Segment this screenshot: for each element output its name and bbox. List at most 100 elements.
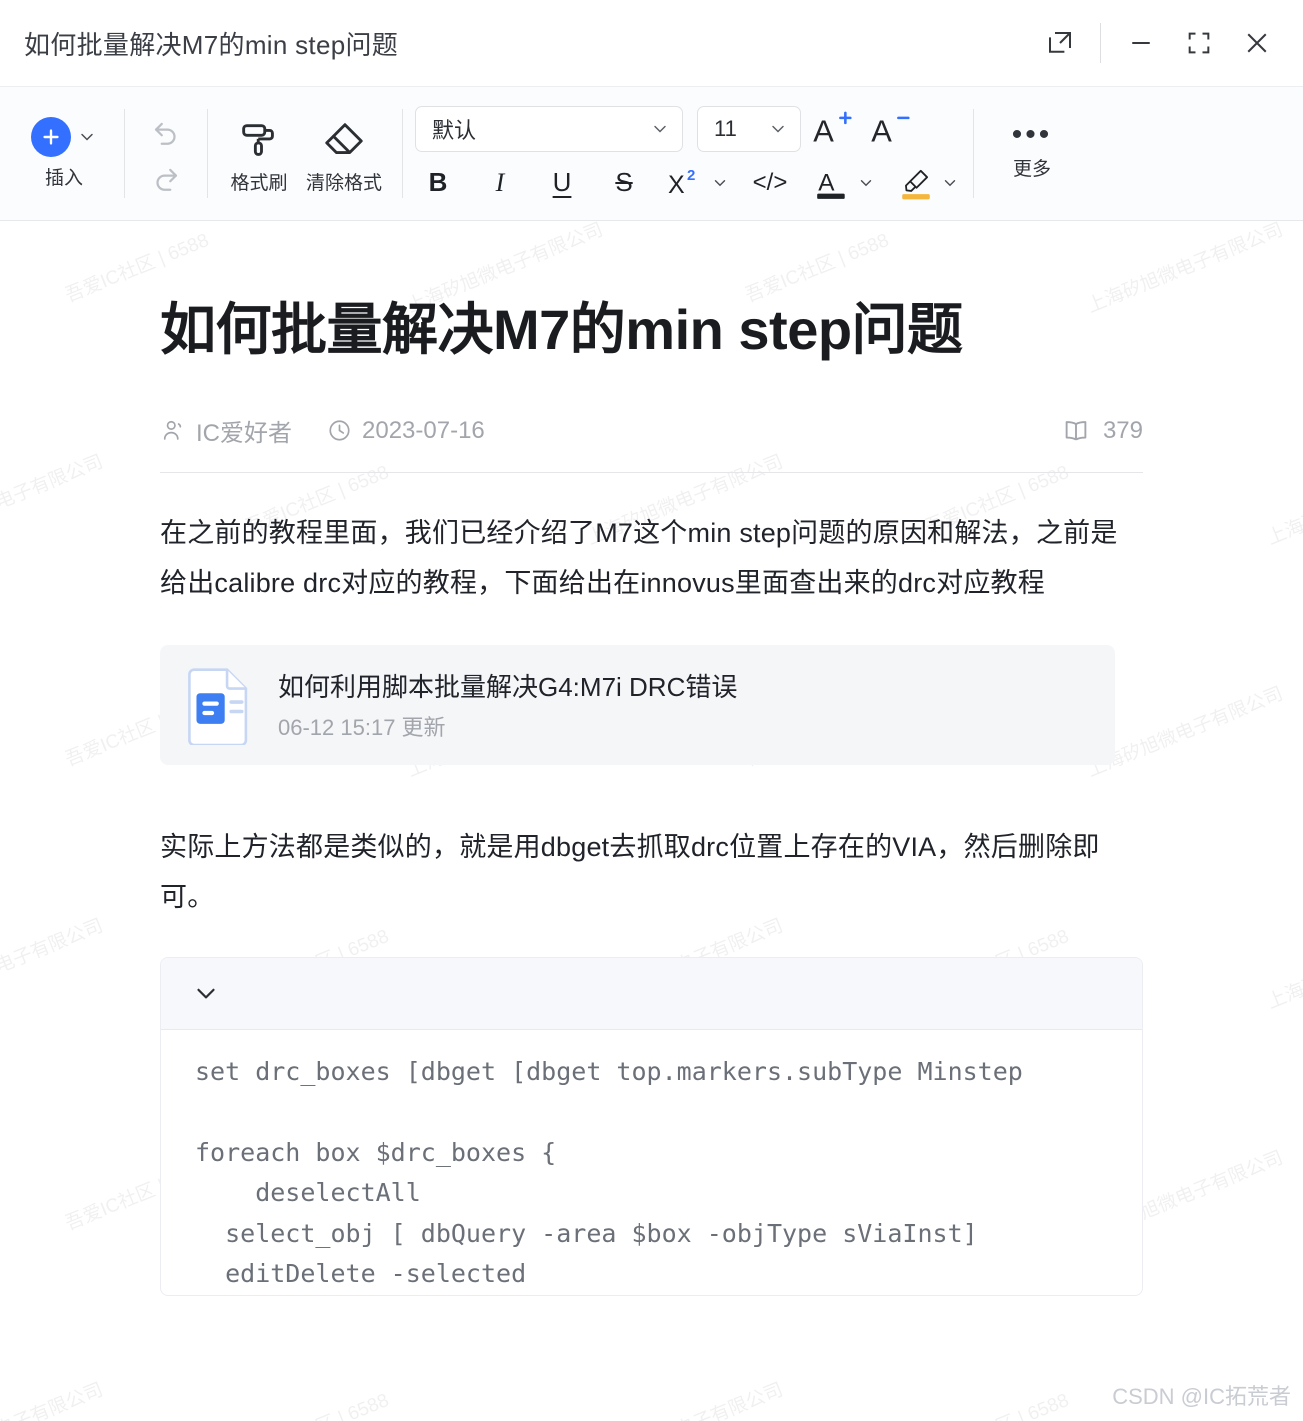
code-block-body[interactable]: set drc_boxes [dbget [dbget top.markers.…: [161, 1030, 1142, 1295]
superscript-icon: X 2: [666, 166, 706, 200]
document-meta: IC爱好者 2023-07-16 379: [160, 413, 1143, 473]
font-family-select[interactable]: 默认: [415, 105, 684, 152]
highlight-color-button[interactable]: [893, 161, 939, 205]
code-line: select_obj [ dbQuery -area $box -objType…: [195, 1218, 978, 1248]
insert-button[interactable]: 插入: [16, 117, 112, 190]
font-size-value: 11: [714, 115, 737, 141]
close-button[interactable]: [1229, 15, 1285, 71]
font-decrease-icon: A: [870, 108, 912, 150]
bold-button[interactable]: B: [415, 161, 461, 205]
page-title: 如何批量解决M7的min step问题: [160, 298, 963, 361]
format-painter-button[interactable]: 格式刷: [220, 112, 298, 195]
inline-code-button[interactable]: </>: [747, 161, 793, 205]
document-editor-window: 如何批量解决M7的min step问题 插入 格式刷 清除格式 默认 11 A …: [0, 0, 1303, 1421]
book-icon: [1061, 416, 1091, 446]
document-content: 如何批量解决M7的min step问题 IC爱好者 2023-07-16 379…: [0, 295, 1303, 1296]
code-block: set drc_boxes [dbget [dbget top.markers.…: [160, 956, 1143, 1296]
maximize-button[interactable]: [1171, 15, 1227, 71]
undo-redo-stack: [137, 112, 195, 196]
chevron-down-icon[interactable]: [191, 978, 221, 1008]
highlighter-pen-icon: [897, 165, 935, 201]
undo-icon: [149, 114, 183, 148]
watermark-text: 上海矽旭微电子有限公司: [0, 1375, 106, 1421]
underline-button[interactable]: U: [539, 161, 585, 205]
strikethrough-button[interactable]: S: [601, 161, 647, 205]
font-family-value: 默认: [432, 117, 477, 143]
window-controls: [1032, 15, 1285, 71]
document-canvas[interactable]: 上海矽旭微电子有限公司 吾爱IC社区 | 6588 上海矽旭微电子有限公司 吾爱IC社…: [0, 221, 1303, 1421]
read-count: 379: [1102, 416, 1143, 444]
open-in-new-icon: [1045, 28, 1075, 58]
code-line: editDelete -selected: [195, 1259, 527, 1289]
titlebar-divider: [1100, 23, 1101, 63]
font-color-button[interactable]: A: [809, 161, 855, 205]
decrease-font-size-button[interactable]: A: [865, 103, 917, 155]
toolbar-divider-1: [124, 109, 125, 198]
svg-text:X: X: [668, 171, 685, 199]
ellipsis-icon: •••: [1011, 118, 1053, 151]
italic-button[interactable]: I: [477, 161, 523, 205]
redo-icon: [149, 160, 183, 194]
insert-button-top: [31, 117, 97, 157]
linked-document-title: 如何利用脚本批量解决G4:M7i DRC错误: [278, 672, 738, 703]
highlight-chevron-down-icon[interactable]: [939, 161, 961, 205]
svg-text:A: A: [871, 113, 892, 148]
maximize-icon: [1185, 29, 1213, 57]
linked-document-card[interactable]: 如何利用脚本批量解决G4:M7i DRC错误 06-12 15:17 更新: [160, 644, 1115, 765]
author-meta: IC爱好者: [160, 413, 292, 448]
clock-icon: [326, 417, 353, 444]
author-name: IC爱好者: [196, 420, 292, 447]
linked-document-text: 如何利用脚本批量解决G4:M7i DRC错误 06-12 15:17 更新: [278, 667, 737, 742]
watermark-text: 上海矽旭微电子有限公司: [583, 1375, 787, 1421]
code-line: set drc_boxes [dbget [dbget top.markers.…: [195, 1056, 1023, 1086]
more-group: ••• 更多: [986, 87, 1074, 220]
clear-format-label: 清除格式: [306, 173, 383, 194]
code-block-header[interactable]: [161, 957, 1142, 1030]
more-label: 更多: [1013, 159, 1052, 180]
insert-group: 插入: [16, 87, 112, 220]
toolbar-divider-2: [207, 109, 208, 198]
paragraph-1: 在之前的教程里面，我们已经介绍了M7这个min step问题的原因和解法，之前是…: [160, 518, 1118, 598]
chevron-down-icon: [768, 119, 788, 139]
more-button[interactable]: ••• 更多: [990, 118, 1074, 181]
text-format-stack: 默认 11 A A B I U S X 2 </> A: [415, 87, 961, 220]
clear-format-button[interactable]: 清除格式: [298, 112, 390, 195]
superscript-chevron-down-icon[interactable]: [709, 161, 731, 205]
svg-text:A: A: [813, 113, 834, 148]
history-group: [137, 87, 195, 220]
code-line: deselectAll: [195, 1178, 421, 1208]
close-icon: [1242, 28, 1272, 58]
watermark-text: 吾爱IC社区 | 6588: [921, 1385, 1073, 1421]
font-color-chevron-down-icon[interactable]: [855, 161, 877, 205]
eraser-icon: [321, 112, 367, 164]
format-painter-icon: [236, 112, 282, 164]
redo-button[interactable]: [143, 158, 189, 196]
format-painter-label: 格式刷: [230, 173, 288, 194]
undo-button[interactable]: [143, 112, 189, 150]
person-icon: [160, 417, 187, 444]
chevron-down-icon[interactable]: [77, 127, 97, 147]
publish-date: 2023-07-16: [362, 416, 485, 444]
increase-font-size-button[interactable]: A: [807, 103, 859, 155]
toolbar: 插入 格式刷 清除格式 默认 11 A A B I U S X 2 </> A …: [0, 86, 1303, 221]
minimize-button[interactable]: [1113, 15, 1169, 71]
open-in-new-window-button[interactable]: [1032, 15, 1088, 71]
linked-document-updated: 06-12 15:17 更新: [278, 715, 446, 741]
chevron-down-icon: [650, 119, 670, 139]
toolbar-divider-3: [402, 109, 404, 198]
read-count-meta: 379: [1061, 416, 1143, 446]
text-style-row: B I U S X 2 </> A: [415, 161, 961, 205]
svg-text:2: 2: [687, 167, 695, 184]
font-color-icon: A: [813, 165, 851, 201]
superscript-button[interactable]: X 2: [663, 161, 709, 205]
watermark-text: 吾爱IC社区 | 6588: [241, 1385, 393, 1421]
toolbar-divider-4: [973, 109, 975, 198]
font-size-select[interactable]: 11: [697, 105, 802, 152]
date-meta: 2023-07-16: [326, 417, 485, 445]
format-tools-group: 格式刷 清除格式: [220, 87, 390, 220]
code-line: foreach box $drc_boxes {: [195, 1137, 557, 1167]
minimize-icon: [1126, 28, 1156, 58]
window-title: 如何批量解决M7的min step问题: [24, 29, 399, 60]
insert-label: 插入: [44, 168, 83, 189]
